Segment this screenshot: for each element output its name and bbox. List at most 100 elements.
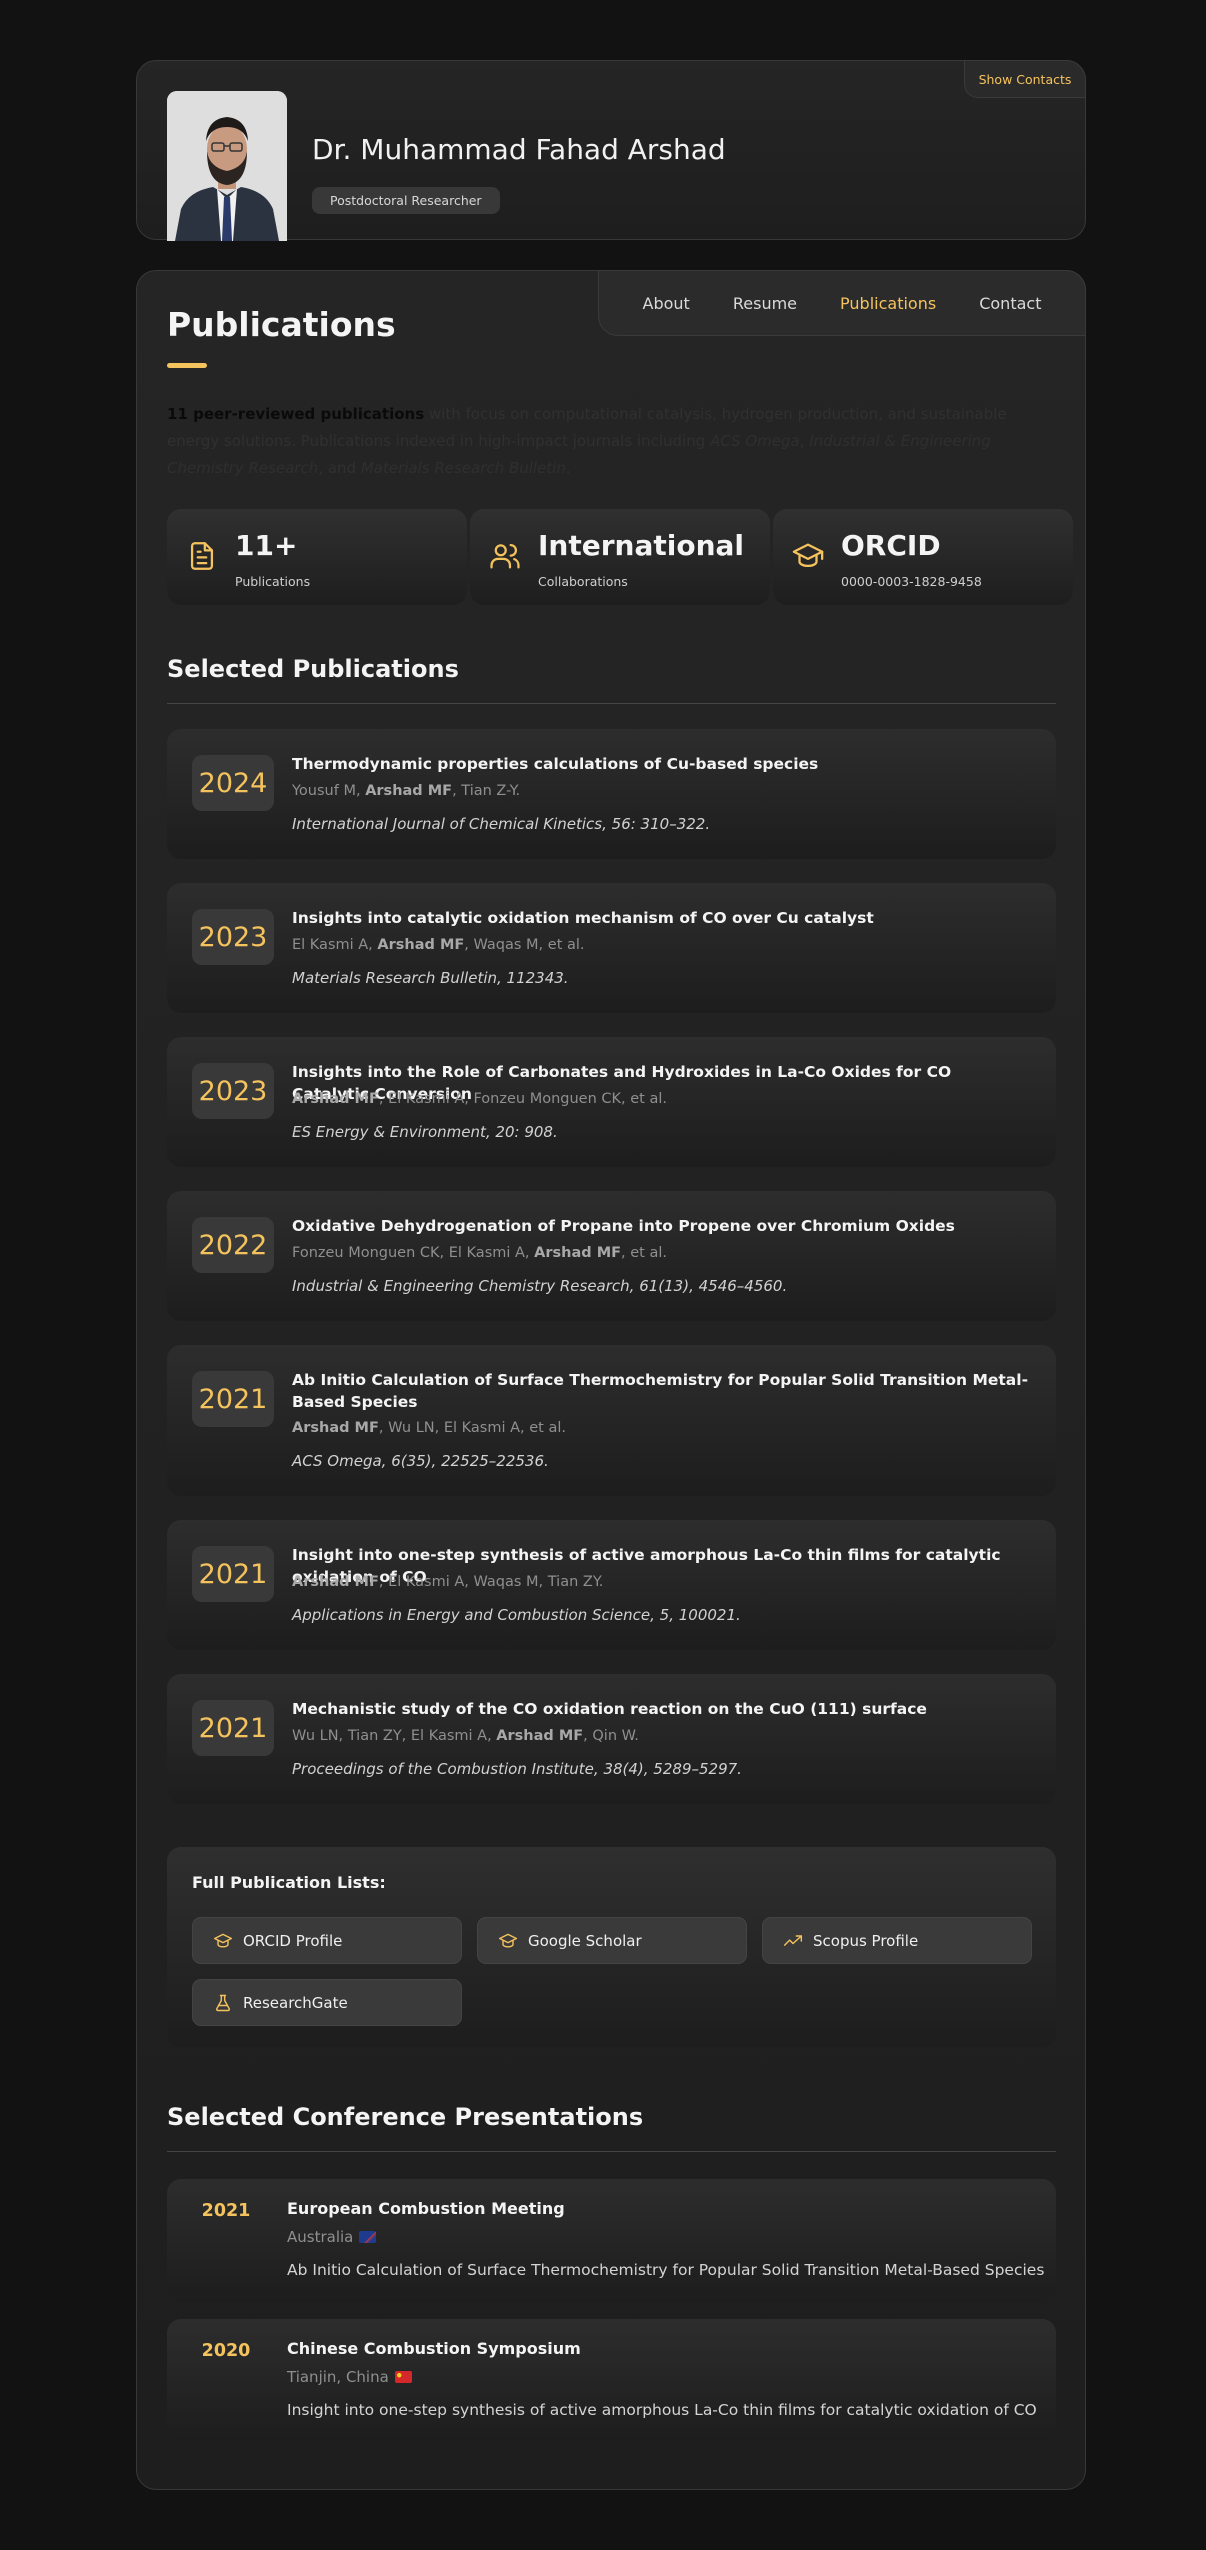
publication-title: Mechanistic study of the CO oxidation re… [292,1700,927,1718]
conference-item: 2021 European Combustion Meeting Austral… [167,2179,1056,2301]
authors-after: , El Kasmi A, Waqas M, Tian ZY. [378,1574,604,1590]
stat-value: International [538,529,745,562]
conference-talk: Ab Initio Calculation of Surface Thermoc… [287,2261,1045,2279]
publication-authors: Arshad MF, El Kasmi A, Waqas M, Tian ZY. [292,1574,603,1590]
publication-journal: Applications in Energy and Combustion Sc… [292,1606,741,1624]
conference-item: 2020 Chinese Combustion Symposium Tianji… [167,2319,1056,2441]
stat-value: ORCID [841,529,941,562]
conference-talk: Insight into one-step synthesis of activ… [287,2401,1037,2419]
stat-label: Publications [235,574,311,589]
publication-authors: Wu LN, Tian ZY, El Kasmi A, Arshad MF, Q… [292,1728,639,1744]
authors-after: , Wu LN, El Kasmi A, et al. [378,1420,566,1436]
publication-journal: Industrial & Engineering Chemistry Resea… [292,1277,788,1295]
show-contacts-button[interactable]: Show Contacts [964,60,1086,98]
section-divider [167,2151,1056,2152]
author-highlight: Arshad MF [292,1574,379,1590]
stat-label: Collaborations [538,574,628,589]
conference-location: Tianjin, China [287,2368,412,2386]
publication-year: 2021 [192,1546,274,1602]
orcid-id: 0000-0003-1828-9458 [841,574,982,589]
nav-contact[interactable]: Contact [979,294,1041,313]
publication-authors: Arshad MF, El Kasmi A, Fonzeu Monguen CK… [292,1091,667,1107]
publication-title: Thermodynamic properties calculations of… [292,755,819,773]
intro-bold: 11 peer-reviewed publications [167,405,425,423]
authors-after: , El Kasmi A, Fonzeu Monguen CK, et al. [378,1091,667,1107]
author-highlight: Arshad MF [292,1420,379,1436]
china-flag-icon [394,2371,412,2383]
graduation-cap-icon [213,1933,233,1948]
publication-journal: Proceedings of the Combustion Institute,… [292,1760,742,1778]
conference-name: European Combustion Meeting [287,2199,565,2218]
graduation-cap-icon [498,1933,518,1948]
publication-journal: ES Energy & Environment, 20: 908. [292,1123,558,1141]
publication-card: 2023 Insights into the Role of Carbonates… [167,1037,1056,1167]
publication-title: Ab Initio Calculation of Surface Thermoc… [292,1371,1029,1411]
conference-location: Australia [287,2228,377,2246]
australia-flag-icon [359,2231,377,2243]
authors-after: , Tian Z-Y. [452,783,521,799]
button-label: Scopus Profile [813,1931,919,1950]
avatar [167,91,287,241]
author-highlight: Arshad MF [377,937,465,953]
section-title-conferences: Selected Conference Presentations [167,2103,644,2131]
orcid-profile-button[interactable]: ORCID Profile [192,1917,462,1964]
authors-before: Yousuf M, [292,783,366,799]
author-highlight: Arshad MF [365,783,453,799]
main-content-card: About Resume Publications Contact Public… [136,270,1086,2490]
publication-authors: Fonzeu Monguen CK, El Kasmi A, Arshad MF… [292,1245,667,1261]
publication-card: 2021 Mechanistic study of the CO oxidatio… [167,1674,1056,1804]
author-highlight: Arshad MF [534,1245,622,1261]
intro-sep: , [799,432,810,450]
top-navigation: About Resume Publications Contact [598,270,1086,336]
researchgate-button[interactable]: ResearchGate [192,1979,462,2026]
publication-card: 2024 Thermodynamic properties calculation… [167,729,1056,859]
publication-card: 2022 Oxidative Dehydrogenation of Propane… [167,1191,1056,1321]
publication-year: 2022 [192,1217,274,1273]
location-text: Australia [287,2228,354,2246]
nav-publications[interactable]: Publications [840,294,936,313]
nav-about[interactable]: About [643,294,690,313]
flask-icon [215,1994,231,2011]
document-icon [190,542,214,570]
button-label: ORCID Profile [243,1931,343,1950]
users-icon [490,543,520,569]
title-underline [167,363,207,368]
intro-paragraph: 11 peer-reviewed publications with focus… [167,401,1052,482]
publication-card: 2023 Insights into catalytic oxidation me… [167,883,1056,1013]
location-text: Tianjin, China [287,2368,389,2386]
authors-before: El Kasmi A, [292,937,378,953]
intro-journal: Materials Research Bulletin [360,459,566,477]
publication-authors: El Kasmi A, Arshad MF, Waqas M, et al. [292,937,585,953]
profile-header-card: Show Contacts Dr. Muhammad Fahad Arshad … [136,60,1086,241]
google-scholar-button[interactable]: Google Scholar [477,1917,747,1964]
authors-after: , Waqas M, et al. [464,937,585,953]
full-lists-title: Full Publication Lists: [192,1873,386,1892]
publication-authors: Arshad MF, Wu LN, El Kasmi A, et al. [292,1420,566,1436]
full-publication-lists: Full Publication Lists: ORCID Profile Go… [167,1847,1056,2047]
publication-card: 2021 Ab Initio Calculation of Surface The… [167,1345,1056,1496]
profile-name: Dr. Muhammad Fahad Arshad [312,133,726,166]
stat-value: 11+ [235,529,298,562]
publication-year: 2024 [192,755,274,811]
button-label: Google Scholar [528,1931,642,1950]
trend-line-icon [783,1934,803,1946]
author-highlight: Arshad MF [496,1728,584,1744]
publication-journal: Materials Research Bulletin, 112343. [292,969,569,987]
graduation-cap-icon [792,543,824,568]
scopus-profile-button[interactable]: Scopus Profile [762,1917,1032,1964]
stat-card-publications: 11+ Publications [167,509,467,605]
authors-after: , et al. [621,1245,667,1261]
publication-card: 2021 Insight into one-step synthesis of a… [167,1520,1056,1650]
publication-year: 2023 [192,909,274,965]
conference-year: 2020 [201,2341,251,2361]
publication-year: 2023 [192,1063,274,1119]
intro-sep: , and [318,459,361,477]
publication-journal: ACS Omega, 6(35), 22525–22536. [292,1452,549,1470]
intro-end: . [565,459,571,477]
author-highlight: Arshad MF [292,1091,379,1107]
nav-resume[interactable]: Resume [733,294,797,313]
authors-before: Wu LN, Tian ZY, El Kasmi A, [292,1728,497,1744]
page-title: Publications [167,305,396,344]
authors-before: Fonzeu Monguen CK, El Kasmi A, [292,1245,535,1261]
publication-title: Oxidative Dehydrogenation of Propane int… [292,1217,955,1235]
